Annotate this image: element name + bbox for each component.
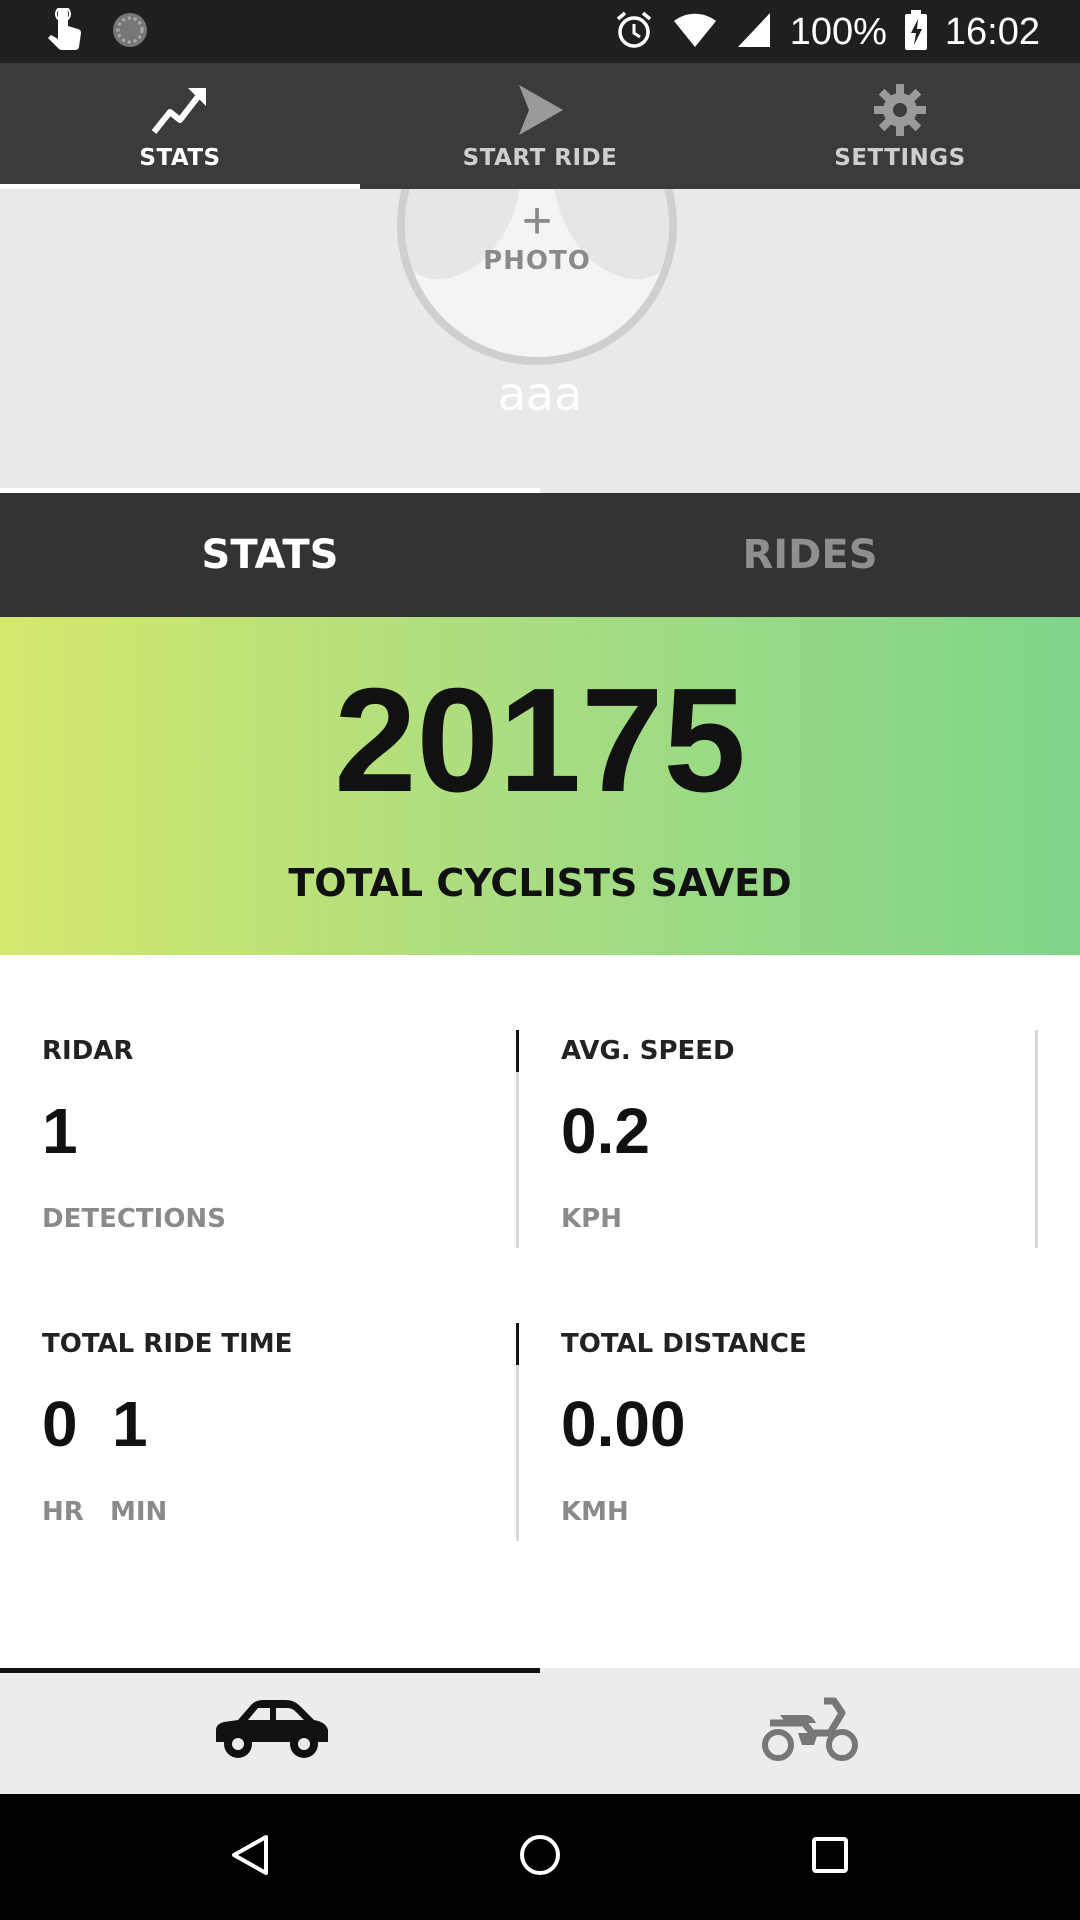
stat-divider-lower <box>516 1323 519 1541</box>
trending-up-icon <box>150 81 210 139</box>
tab-start-ride-label: START RIDE <box>462 145 618 171</box>
username: aaa <box>497 367 583 421</box>
tab-settings[interactable]: SETTINGS <box>720 63 1080 189</box>
stat-ridar: RIDAR 1 DETECTIONS <box>42 1036 472 1256</box>
clock: 16:02 <box>944 10 1040 53</box>
tab-start-ride[interactable]: START RIDE <box>360 63 720 189</box>
sub-tab-bar: STATS RIDES <box>0 493 1080 617</box>
tab-stats-label: STATS <box>139 145 221 171</box>
sync-icon <box>110 10 150 54</box>
recents-icon <box>810 1835 850 1879</box>
nav-recents-button[interactable] <box>685 1794 975 1920</box>
vehicle-tab-motorcycle[interactable] <box>540 1668 1080 1794</box>
stat-distance-title: TOTAL DISTANCE <box>561 1329 807 1359</box>
stat-avg-speed-title: AVG. SPEED <box>561 1036 735 1066</box>
subtab-stats[interactable]: STATS <box>0 493 540 617</box>
stat-ride-time-minutes: 1 <box>112 1388 148 1460</box>
vehicle-tab-car[interactable] <box>0 1668 540 1794</box>
vehicle-tab-motorcycle-indicator <box>540 1668 1080 1673</box>
stat-distance-value: 0.00 <box>561 1388 686 1460</box>
cyclists-saved-label: TOTAL CYCLISTS SAVED <box>288 861 792 905</box>
stat-ride-time-hours: 0 <box>42 1388 78 1460</box>
stat-avg-speed-unit: KPH <box>561 1204 622 1234</box>
vehicle-tab-car-indicator <box>0 1668 540 1673</box>
gear-icon <box>872 81 928 139</box>
profile-header: + PHOTO aaa <box>0 189 1080 493</box>
stat-distance-unit: KMH <box>561 1497 629 1527</box>
nav-back-button[interactable] <box>105 1794 395 1920</box>
nav-home-button[interactable] <box>395 1794 685 1920</box>
stat-distance: TOTAL DISTANCE 0.00 KMH <box>561 1329 991 1549</box>
back-icon <box>230 1833 270 1881</box>
cyclists-saved-banner: 20175 TOTAL CYCLISTS SAVED <box>0 617 1080 955</box>
stat-divider-accent <box>516 1030 519 1072</box>
signal-icon <box>736 11 772 53</box>
wifi-icon <box>672 11 718 53</box>
touch-icon <box>44 6 84 56</box>
vehicle-tab-bar <box>0 1668 1080 1794</box>
cyclists-saved-value: 20175 <box>334 658 746 823</box>
stat-ride-time-hours-unit: HR <box>42 1497 84 1527</box>
add-photo-icon: + <box>521 192 553 250</box>
stat-ridar-value: 1 <box>42 1095 78 1167</box>
tab-settings-label: SETTINGS <box>834 145 966 171</box>
motorcycle-icon <box>760 1695 860 1767</box>
battery-percent: 100% <box>789 10 887 53</box>
battery-charging-icon <box>904 10 927 54</box>
car-icon <box>208 1696 332 1766</box>
top-tab-bar: STATS START RIDE SETTINGS <box>0 63 1080 189</box>
stat-ridar-unit: DETECTIONS <box>42 1204 226 1234</box>
home-icon <box>518 1833 562 1881</box>
stat-divider-right <box>1035 1030 1038 1248</box>
stat-ride-time-minutes-unit: MIN <box>110 1497 168 1527</box>
stat-ride-time: TOTAL RIDE TIME 0 1 HR MIN <box>42 1329 472 1549</box>
avatar-photo-button[interactable]: + PHOTO <box>397 189 677 365</box>
stat-divider <box>516 1030 519 1248</box>
play-icon <box>515 81 565 139</box>
stat-avg-speed: AVG. SPEED 0.2 KPH <box>561 1036 991 1256</box>
add-photo-label: PHOTO <box>483 246 591 276</box>
subtab-rides[interactable]: RIDES <box>540 493 1080 617</box>
stat-ride-time-title: TOTAL RIDE TIME <box>42 1329 293 1359</box>
stat-avg-speed-value: 0.2 <box>561 1095 650 1167</box>
stat-ridar-title: RIDAR <box>42 1036 134 1066</box>
alarm-icon <box>614 10 654 54</box>
tab-stats[interactable]: STATS <box>0 63 360 189</box>
status-bar: 100% 16:02 <box>0 0 1080 63</box>
stat-divider-lower-accent <box>516 1323 519 1365</box>
system-nav-bar <box>0 1794 1080 1920</box>
